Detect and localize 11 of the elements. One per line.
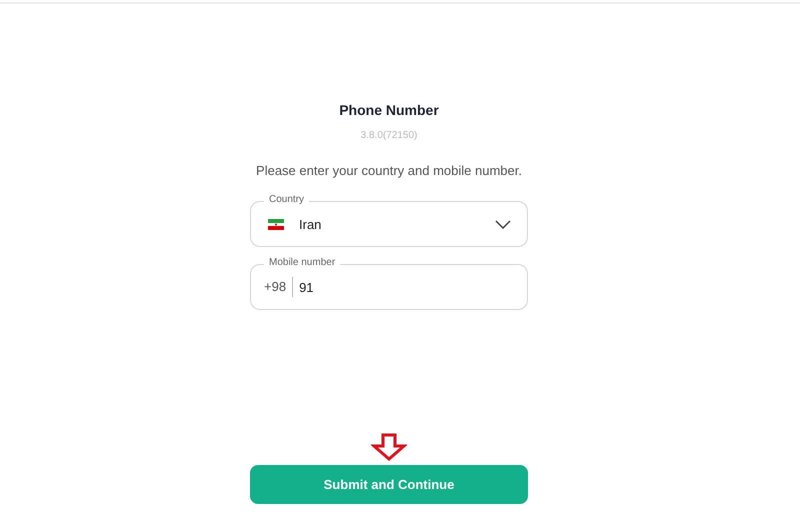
version-text: 3.8.0(72150) (360, 129, 418, 143)
mobile-number-field[interactable]: +98 91 (250, 264, 528, 310)
page-title: Phone Number (339, 101, 439, 120)
country-value: Iran (299, 216, 322, 232)
down-arrow-icon (371, 433, 407, 461)
field-label: Country (264, 194, 310, 206)
country-code: +98 (264, 277, 294, 297)
flag-icon (268, 218, 284, 230)
instruction-text: Please enter your country and mobile number. (256, 163, 522, 179)
mobile-value: 91 (299, 280, 314, 294)
chevron-down-icon (495, 220, 511, 228)
